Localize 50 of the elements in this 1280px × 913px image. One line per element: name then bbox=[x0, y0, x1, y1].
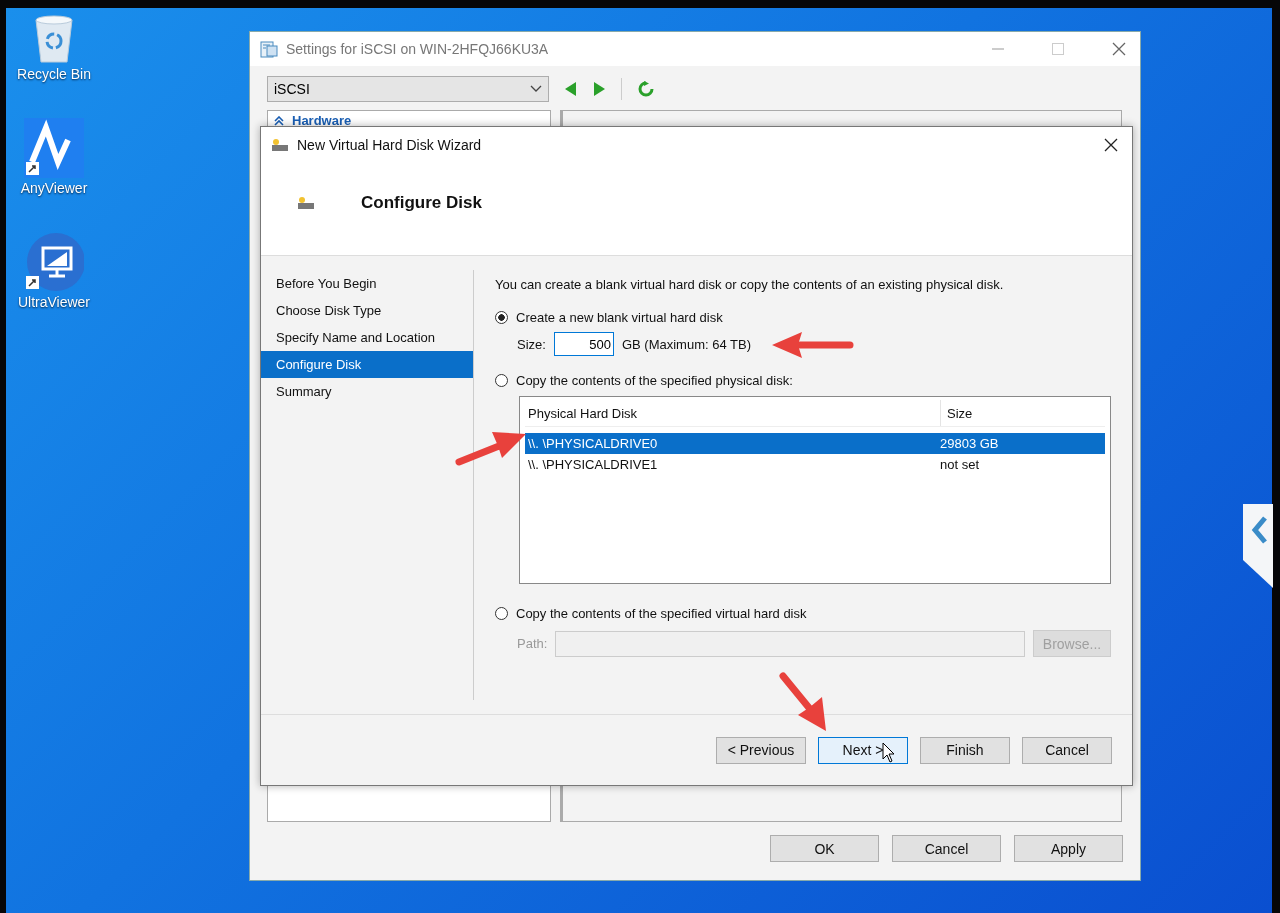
dialog-button[interactable]: Cancel bbox=[892, 835, 1001, 862]
table-row[interactable]: \\. \PHYSICALDRIVE0 29803 GB bbox=[525, 433, 1105, 454]
radio-label[interactable]: Copy the contents of the specified physical disk: bbox=[516, 373, 793, 388]
wizard-step[interactable]: Summary bbox=[261, 378, 473, 405]
wizard-button[interactable]: Next > bbox=[818, 736, 908, 764]
radio-label[interactable]: Copy the contents of the specified virtual hard disk bbox=[516, 606, 807, 621]
wizard-button[interactable]: < Previous bbox=[716, 736, 806, 764]
desktop-icon-label[interactable]: AnyViewer bbox=[20, 180, 88, 196]
radio-button[interactable] bbox=[495, 374, 508, 387]
column-header[interactable]: Physical Hard Disk bbox=[525, 405, 940, 421]
unit-text: GB (Maximum: 64 TB) bbox=[621, 336, 751, 352]
radio-label[interactable]: Create a new blank virtual hard disk bbox=[516, 310, 723, 325]
wizard-step[interactable]: Specify Name and Location bbox=[261, 324, 473, 351]
desktop-icon-label[interactable]: Recycle Bin bbox=[17, 66, 91, 82]
radio-button[interactable] bbox=[495, 607, 508, 620]
tree-section-header[interactable]: Hardware bbox=[292, 113, 352, 128]
disk-icon bbox=[297, 196, 315, 210]
field-label: Path: bbox=[517, 636, 548, 651]
wizard-step[interactable]: Choose Disk Type bbox=[261, 297, 473, 324]
wizard-step[interactable]: Before You Begin bbox=[261, 270, 473, 297]
desktop-icon-label[interactable]: UltraViewer bbox=[17, 294, 91, 310]
table-row[interactable]: \\. \PHYSICALDRIVE1 not set bbox=[525, 454, 1105, 475]
refresh-icon[interactable] bbox=[638, 81, 654, 97]
window-title: New Virtual Hard Disk Wizard bbox=[297, 137, 482, 153]
column-header[interactable]: Size bbox=[940, 400, 1105, 426]
wizard-step[interactable]: Configure Disk bbox=[261, 351, 473, 378]
window-title: Settings for iSCSI on WIN-2HFQJ66KU3A bbox=[286, 41, 549, 57]
radio-button[interactable] bbox=[495, 311, 508, 324]
recycle-bin-icon[interactable] bbox=[32, 14, 76, 64]
wizard-button[interactable]: Cancel bbox=[1022, 736, 1112, 764]
collapse-icon[interactable] bbox=[274, 115, 284, 126]
path-field[interactable] bbox=[555, 630, 1025, 657]
back-icon[interactable] bbox=[565, 82, 577, 96]
side-panel-tab[interactable] bbox=[1243, 504, 1273, 588]
wizard-button[interactable]: Finish bbox=[920, 736, 1010, 764]
dialog-button[interactable]: Apply bbox=[1014, 835, 1123, 862]
dropdown[interactable]: iSCSI bbox=[267, 76, 549, 102]
app-shortcut-icon[interactable] bbox=[24, 118, 84, 178]
mouse-pointer-icon bbox=[882, 742, 896, 764]
chevron-down-icon[interactable] bbox=[530, 85, 542, 93]
dialog-button[interactable]: OK bbox=[770, 835, 879, 862]
close-icon[interactable] bbox=[1104, 138, 1118, 152]
forward-icon[interactable] bbox=[593, 82, 605, 96]
disk-icon bbox=[271, 138, 289, 152]
field-label: Size: bbox=[517, 336, 546, 352]
instruction-text: You can create a blank virtual hard disk or copy the contents of an existing physical disk. bbox=[495, 277, 1005, 292]
size-field[interactable]: 500 bbox=[553, 332, 614, 356]
page-heading: Configure Disk bbox=[361, 193, 482, 213]
monitor-shortcut-icon[interactable] bbox=[24, 232, 84, 292]
settings-icon bbox=[260, 40, 278, 58]
